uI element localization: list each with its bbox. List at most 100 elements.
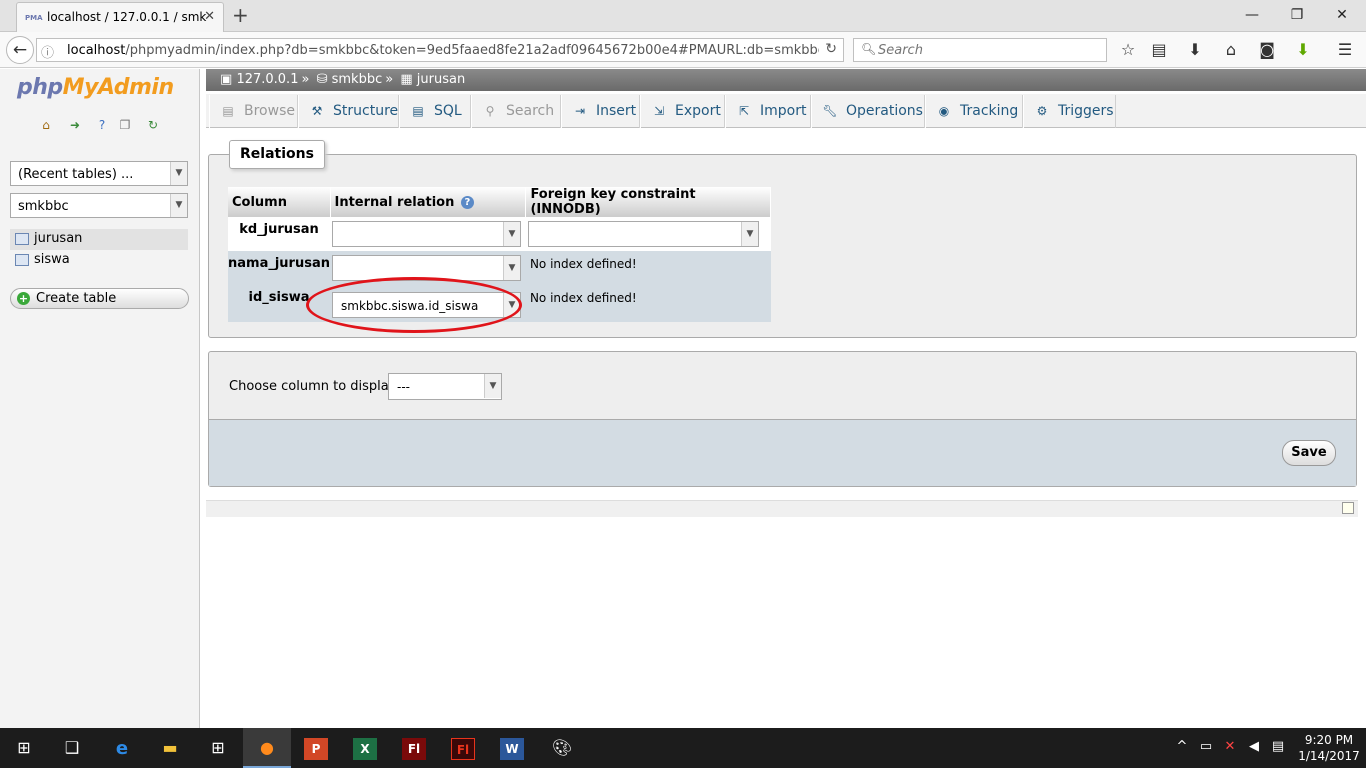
word-icon[interactable]: W [488,728,536,768]
back-button[interactable]: ← [6,36,34,64]
flash-pro-icon[interactable]: Fl [439,728,487,768]
operations-icon: 🔧︎ [822,104,838,118]
site-info-icon[interactable]: ⓘ [41,42,54,61]
chevron-up-icon[interactable]: ^ [1174,739,1190,757]
store-icon[interactable]: ⊞ [194,728,242,768]
export-icon: ⇲ [653,104,665,118]
url-text: localhost/phpmyadmin/index.php?db=smkbbc… [67,43,819,58]
table-icon [15,254,29,266]
help-icon[interactable]: ? [460,195,474,209]
relations-legend: Relations [229,140,325,169]
create-table-button[interactable]: + Create table [10,288,189,309]
chevron-down-icon: ▼ [740,222,758,246]
chevron-down-icon: ▼ [484,374,501,398]
console-icon[interactable] [1342,502,1354,514]
plus-icon: + [17,292,30,305]
download-helper-icon[interactable]: ⬇ [1292,40,1314,60]
tab-export[interactable]: ⇲ Export [640,95,725,128]
new-tab-button[interactable]: + [232,4,249,26]
menu-icon[interactable]: ☰ [1334,40,1356,60]
close-window-button[interactable]: ✕ [1322,4,1362,26]
browser-tab[interactable]: PMA localhost / 127.0.0.1 / smkbbc ✕ [16,2,224,32]
breadcrumb-table[interactable]: jurusan [417,72,465,87]
search-bar[interactable]: 🔍︎ [853,38,1107,62]
structure-icon: ⚒ [311,104,323,118]
flash-icon[interactable]: Fl [390,728,438,768]
paint-icon[interactable]: 🎨︎ [538,728,586,768]
excel-icon[interactable]: X [341,728,389,768]
taskbar: ⊞ ❑ e ▬ ⊞ ● P X Fl Fl W 🎨︎ ^ ▭ ✕ ◀ ▤ [0,728,1366,768]
minimize-button[interactable]: — [1232,4,1272,26]
internal-relation-select[interactable]: ▼ [332,221,521,247]
form-footer: Save [209,419,1356,486]
file-explorer-icon[interactable]: ▬ [146,728,194,768]
breadcrumb-server[interactable]: 127.0.0.1 [236,72,298,87]
search-input[interactable] [878,41,1098,59]
tab-insert[interactable]: ⇥ Insert [561,95,640,128]
display-column-select[interactable]: --- ▼ [388,373,502,400]
save-button[interactable]: Save [1282,440,1336,466]
firefox-icon[interactable]: ● [243,728,291,768]
powerpoint-icon[interactable]: P [292,728,340,768]
bookmark-star-icon[interactable]: ☆ [1117,40,1139,60]
display-column-fieldset: Choose column to display: --- ▼ Save [208,351,1357,487]
pocket-icon[interactable]: ◙ [1256,40,1278,60]
tracking-icon: ◉ [938,104,950,118]
tab-triggers[interactable]: ⚙ Triggers [1023,95,1116,128]
table-row: nama_jurusan ▼ No index defined! [228,251,771,285]
recent-tables-select[interactable]: (Recent tables) ... ▼ [10,161,188,186]
task-view-icon[interactable]: ❑ [48,728,96,768]
console-bar[interactable] [206,500,1358,517]
browser-tab-title: localhost / 127.0.0.1 / smkbbc [47,10,207,24]
tree-item-siswa[interactable]: siswa [10,250,188,271]
downloads-icon[interactable]: ⬇ [1184,40,1206,60]
foreign-key-header: Foreign key constraint (INNODB) [525,187,771,217]
tab-tracking[interactable]: ◉ Tracking [925,95,1023,128]
start-button[interactable]: ⊞ [0,728,48,768]
docs-icon[interactable]: ❐ [117,117,133,133]
maximize-button[interactable]: ❐ [1277,4,1317,26]
chevron-down-icon: ▼ [170,194,187,217]
internal-relation-select[interactable]: ▼ [332,255,521,281]
chevron-down-icon: ▼ [170,162,187,185]
volume-icon[interactable]: ◀ [1246,739,1262,757]
table-row: id_siswa smkbbc.siswa.id_siswa ▼ No index… [228,285,771,322]
help-icon[interactable]: ? [94,117,110,133]
database-icon: ⛁ [316,72,328,87]
network-icon[interactable]: ✕ [1222,739,1238,757]
breadcrumb: ▣ 127.0.0.1» ⛁ smkbbc» ▦ jurusan [206,69,1366,91]
clock[interactable]: 9:20 PM 1/14/2017 [1296,732,1362,764]
url-bar[interactable]: ⓘ localhost/phpmyadmin/index.php?db=smkb… [36,38,844,62]
tab-sql[interactable]: ▤ SQL [399,95,471,128]
foreign-key-select[interactable]: ▼ [527,221,759,247]
home-icon[interactable]: ⌂ [38,117,54,133]
breadcrumb-database[interactable]: smkbbc [332,72,383,87]
no-index-text: No index defined! [529,291,637,305]
tab-search[interactable]: ⚲ Search [471,95,561,128]
internal-relation-header: Internal relation ? [330,187,527,217]
server-icon: ▣ [220,72,233,87]
browser-nav-bar: ← ⓘ localhost/phpmyadmin/index.php?db=sm… [0,32,1366,68]
reading-list-icon[interactable]: ▤ [1148,40,1170,60]
pma-favicon-icon: PMA [25,14,43,22]
tab-browse[interactable]: ▤ Browse [209,95,298,128]
tab-structure[interactable]: ⚒ Structure [298,95,399,128]
insert-icon: ⇥ [574,104,586,118]
close-tab-icon[interactable]: ✕ [204,9,215,24]
logout-icon[interactable]: ➜ [67,117,83,133]
database-select[interactable]: smkbbc ▼ [10,193,188,218]
browser-tab-bar: PMA localhost / 127.0.0.1 / smkbbc ✕ + —… [0,0,1366,32]
internal-relation-select[interactable]: smkbbc.siswa.id_siswa ▼ [332,292,521,318]
home-icon[interactable]: ⌂ [1220,40,1242,60]
tab-operations[interactable]: 🔧︎ Operations [811,95,925,128]
reload-nav-icon[interactable]: ↻ [145,117,161,133]
chevron-down-icon: ▼ [503,256,520,280]
no-index-text: No index defined! [529,257,637,271]
battery-icon[interactable]: ▭ [1198,739,1214,757]
tree-item-jurusan[interactable]: jurusan [10,229,188,250]
pma-logo[interactable]: phpMyAdmin [17,75,174,100]
tab-import[interactable]: ⇱ Import [725,95,811,128]
reload-icon[interactable]: ↻ [825,41,837,57]
notifications-icon[interactable]: ▤ [1270,739,1286,757]
edge-icon[interactable]: e [98,728,146,768]
